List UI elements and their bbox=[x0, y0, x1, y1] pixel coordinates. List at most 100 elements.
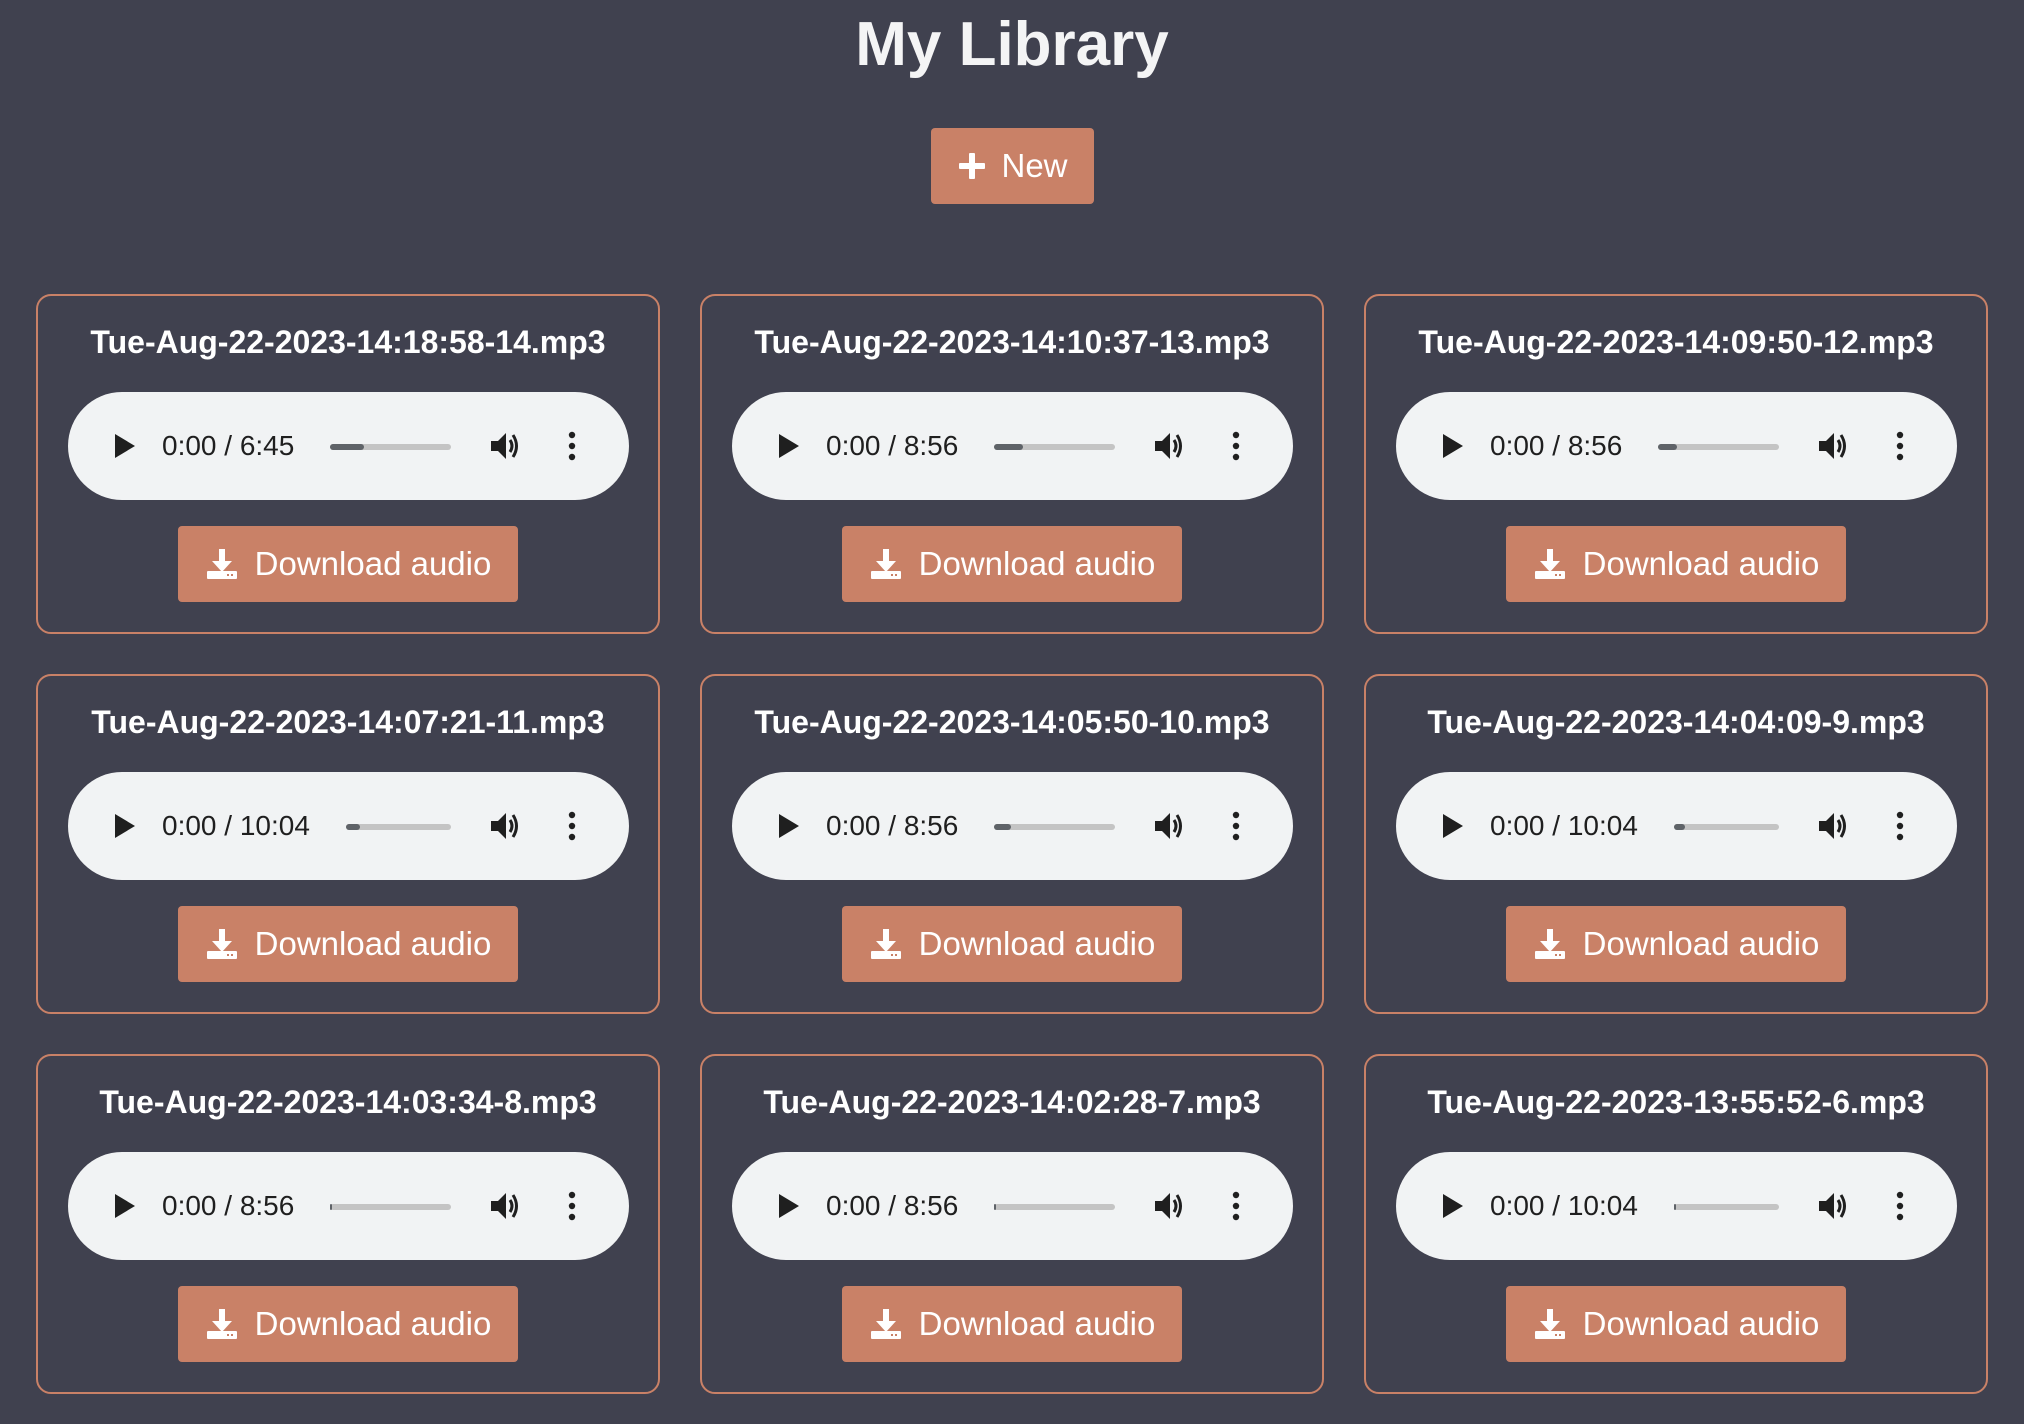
audio-player[interactable]: 0:00 / 8:56 bbox=[68, 1152, 629, 1260]
download-audio-button[interactable]: Download audio bbox=[1506, 526, 1846, 602]
download-button-label: Download audio bbox=[1582, 545, 1820, 582]
play-icon[interactable] bbox=[110, 812, 138, 840]
more-vertical-icon[interactable] bbox=[1883, 429, 1917, 463]
download-button-label: Download audio bbox=[918, 545, 1156, 582]
audio-player[interactable]: 0:00 / 8:56 bbox=[732, 392, 1293, 500]
recording-filename: Tue-Aug-22-2023-14:18:58-14.mp3 bbox=[90, 324, 606, 360]
audio-player[interactable]: 0:00 / 10:04 bbox=[68, 772, 629, 880]
seek-bar[interactable] bbox=[330, 1204, 451, 1210]
play-icon[interactable] bbox=[110, 1192, 138, 1220]
download-audio-button[interactable]: Download audio bbox=[842, 1286, 1182, 1362]
page-title: My Library bbox=[855, 10, 1169, 79]
more-vertical-icon[interactable] bbox=[1883, 1189, 1917, 1223]
audio-player[interactable]: 0:00 / 10:04 bbox=[1396, 1152, 1957, 1260]
buffered-fill bbox=[330, 1204, 333, 1210]
buffered-fill bbox=[994, 444, 1024, 450]
more-vertical-icon[interactable] bbox=[555, 429, 589, 463]
buffered-fill bbox=[346, 824, 360, 830]
play-icon[interactable] bbox=[1438, 432, 1466, 460]
volume-icon[interactable] bbox=[1816, 429, 1850, 463]
download-button-label: Download audio bbox=[1582, 925, 1820, 962]
audio-player[interactable]: 0:00 / 6:45 bbox=[68, 392, 629, 500]
download-icon bbox=[1534, 549, 1565, 579]
recording-card: Tue-Aug-22-2023-14:10:37-13.mp3 0:00 / 8… bbox=[700, 294, 1324, 634]
volume-icon[interactable] bbox=[488, 809, 522, 843]
more-vertical-icon[interactable] bbox=[1219, 809, 1253, 843]
seek-bar[interactable] bbox=[1658, 444, 1779, 450]
seek-bar[interactable] bbox=[994, 824, 1115, 830]
audio-player[interactable]: 0:00 / 8:56 bbox=[732, 772, 1293, 880]
volume-icon[interactable] bbox=[1152, 809, 1186, 843]
audio-player[interactable]: 0:00 / 8:56 bbox=[732, 1152, 1293, 1260]
download-audio-button[interactable]: Download audio bbox=[178, 1286, 518, 1362]
download-button-label: Download audio bbox=[254, 925, 492, 962]
download-audio-button[interactable]: Download audio bbox=[842, 906, 1182, 982]
time-display: 0:00 / 8:56 bbox=[1490, 430, 1623, 461]
download-button-label: Download audio bbox=[254, 545, 492, 582]
more-vertical-icon[interactable] bbox=[1219, 1189, 1253, 1223]
buffered-fill bbox=[994, 824, 1011, 830]
seek-bar[interactable] bbox=[994, 1204, 1115, 1210]
time-display: 0:00 / 10:04 bbox=[1490, 1190, 1638, 1221]
recordings-grid: Tue-Aug-22-2023-14:18:58-14.mp3 0:00 / 6… bbox=[36, 294, 1989, 1394]
more-vertical-icon[interactable] bbox=[555, 809, 589, 843]
recording-filename: Tue-Aug-22-2023-13:55:52-6.mp3 bbox=[1427, 1084, 1925, 1120]
time-display: 0:00 / 10:04 bbox=[162, 810, 310, 841]
time-display: 0:00 / 10:04 bbox=[1490, 810, 1638, 841]
download-button-label: Download audio bbox=[918, 925, 1156, 962]
plus-icon bbox=[959, 153, 986, 179]
recording-card: Tue-Aug-22-2023-14:02:28-7.mp3 0:00 / 8:… bbox=[700, 1054, 1324, 1394]
download-button-label: Download audio bbox=[918, 1305, 1156, 1342]
download-icon bbox=[1534, 929, 1565, 959]
buffered-fill bbox=[1674, 824, 1685, 830]
download-audio-button[interactable]: Download audio bbox=[178, 526, 518, 602]
volume-icon[interactable] bbox=[488, 1189, 522, 1223]
recording-card: Tue-Aug-22-2023-14:09:50-12.mp3 0:00 / 8… bbox=[1364, 294, 1988, 634]
recording-card: Tue-Aug-22-2023-14:03:34-8.mp3 0:00 / 8:… bbox=[36, 1054, 660, 1394]
seek-bar[interactable] bbox=[330, 444, 451, 450]
recording-filename: Tue-Aug-22-2023-14:10:37-13.mp3 bbox=[754, 324, 1270, 360]
download-audio-button[interactable]: Download audio bbox=[842, 526, 1182, 602]
play-icon[interactable] bbox=[110, 432, 138, 460]
recording-card: Tue-Aug-22-2023-14:18:58-14.mp3 0:00 / 6… bbox=[36, 294, 660, 634]
volume-icon[interactable] bbox=[1816, 1189, 1850, 1223]
time-display: 0:00 / 8:56 bbox=[826, 810, 959, 841]
play-icon[interactable] bbox=[774, 432, 802, 460]
buffered-fill bbox=[1658, 444, 1678, 450]
recording-card: Tue-Aug-22-2023-14:05:50-10.mp3 0:00 / 8… bbox=[700, 674, 1324, 1014]
more-vertical-icon[interactable] bbox=[1219, 429, 1253, 463]
play-icon[interactable] bbox=[774, 1192, 802, 1220]
recording-filename: Tue-Aug-22-2023-14:04:09-9.mp3 bbox=[1427, 704, 1925, 740]
download-icon bbox=[206, 549, 237, 579]
new-button[interactable]: New bbox=[931, 128, 1094, 204]
recording-filename: Tue-Aug-22-2023-14:09:50-12.mp3 bbox=[1418, 324, 1934, 360]
volume-icon[interactable] bbox=[1816, 809, 1850, 843]
seek-bar[interactable] bbox=[1674, 824, 1779, 830]
play-icon[interactable] bbox=[1438, 1192, 1466, 1220]
audio-player[interactable]: 0:00 / 8:56 bbox=[1396, 392, 1957, 500]
more-vertical-icon[interactable] bbox=[1883, 809, 1917, 843]
time-display: 0:00 / 8:56 bbox=[826, 430, 959, 461]
more-vertical-icon[interactable] bbox=[555, 1189, 589, 1223]
seek-bar[interactable] bbox=[994, 444, 1115, 450]
volume-icon[interactable] bbox=[1152, 1189, 1186, 1223]
download-audio-button[interactable]: Download audio bbox=[178, 906, 518, 982]
volume-icon[interactable] bbox=[1152, 429, 1186, 463]
audio-player[interactable]: 0:00 / 10:04 bbox=[1396, 772, 1957, 880]
seek-bar[interactable] bbox=[346, 824, 451, 830]
seek-bar[interactable] bbox=[1674, 1204, 1779, 1210]
recording-filename: Tue-Aug-22-2023-14:02:28-7.mp3 bbox=[763, 1084, 1261, 1120]
download-button-label: Download audio bbox=[1582, 1305, 1820, 1342]
buffered-fill bbox=[994, 1204, 997, 1210]
play-icon[interactable] bbox=[1438, 812, 1466, 840]
download-audio-button[interactable]: Download audio bbox=[1506, 1286, 1846, 1362]
recording-filename: Tue-Aug-22-2023-14:03:34-8.mp3 bbox=[99, 1084, 597, 1120]
time-display: 0:00 / 8:56 bbox=[826, 1190, 959, 1221]
volume-icon[interactable] bbox=[488, 429, 522, 463]
download-button-label: Download audio bbox=[254, 1305, 492, 1342]
recording-card: Tue-Aug-22-2023-14:07:21-11.mp3 0:00 / 1… bbox=[36, 674, 660, 1014]
buffered-fill bbox=[330, 444, 364, 450]
buffered-fill bbox=[1674, 1204, 1677, 1210]
play-icon[interactable] bbox=[774, 812, 802, 840]
download-audio-button[interactable]: Download audio bbox=[1506, 906, 1846, 982]
